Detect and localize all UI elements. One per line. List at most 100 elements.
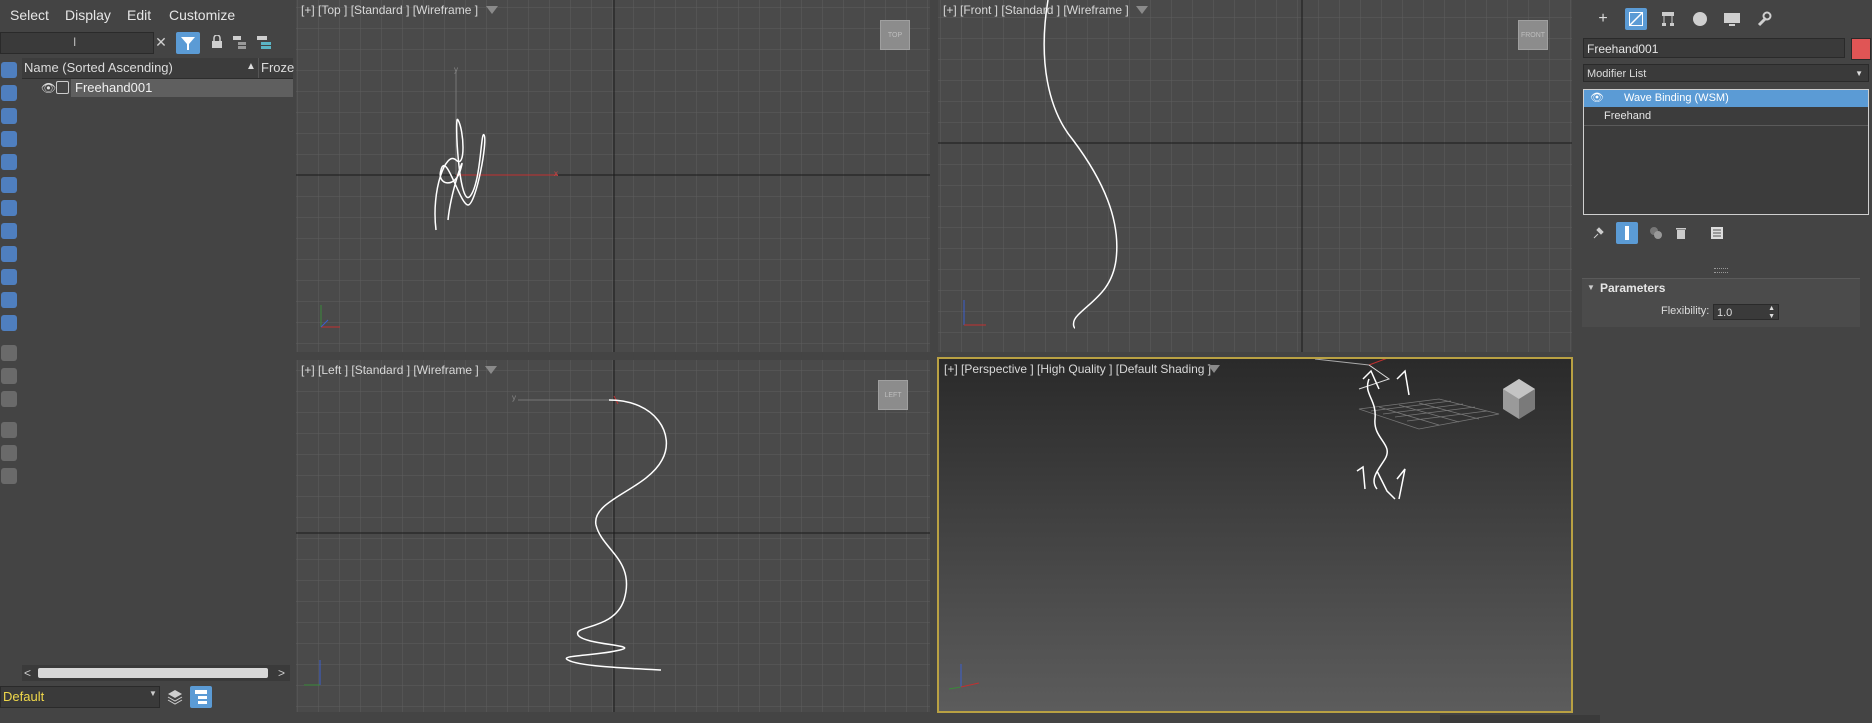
viewport-filter-icon[interactable]	[1136, 6, 1148, 14]
viewport-label[interactable]: [+] [Perspective ] [High Quality ] [Defa…	[944, 362, 1211, 376]
stack-item-wave-binding[interactable]: 👁 Wave Binding (WSM)	[1584, 90, 1868, 107]
hierarchy-icon[interactable]	[1657, 8, 1679, 30]
scroll-thumb[interactable]	[38, 668, 268, 678]
viewport-label[interactable]: [+] [Front ] [Standard ] [Wireframe ]	[943, 3, 1129, 17]
menu-bar: Select Display Edit Customize	[0, 0, 293, 32]
search-input[interactable]: I	[0, 32, 154, 54]
particles-filter-icon[interactable]	[1, 292, 17, 308]
svg-text:x: x	[554, 169, 558, 178]
menu-select[interactable]: Select	[10, 7, 49, 23]
utilities-icon[interactable]	[1753, 8, 1775, 30]
stack-toolbar	[1583, 222, 1869, 244]
helpers-filter-icon[interactable]	[1, 154, 17, 170]
hierarchy-icon[interactable]	[230, 32, 250, 52]
invert-display-icon[interactable]	[1, 391, 17, 407]
object-color-swatch[interactable]	[1851, 38, 1871, 60]
layer-explorer-icon[interactable]	[254, 32, 274, 52]
shape-object-icon	[56, 81, 69, 94]
column-name-header[interactable]: Name (Sorted Ascending)	[24, 60, 173, 75]
stack-item-label: Wave Binding (WSM)	[1624, 92, 1729, 104]
frozen-cell[interactable]	[281, 79, 293, 97]
explorer-list	[22, 79, 293, 663]
viewport-perspective[interactable]: [+] [Perspective ] [High Quality ] [Defa…	[937, 357, 1573, 713]
viewport-filter-icon[interactable]	[1208, 365, 1220, 373]
layer-dropdown[interactable]: Default ▼	[0, 686, 160, 708]
svg-text:y: y	[454, 65, 458, 74]
eye-icon[interactable]: 👁	[1590, 90, 1604, 107]
scroll-left-icon[interactable]: <	[24, 666, 31, 680]
display-none-icon[interactable]	[1, 368, 17, 384]
search-clear-icon[interactable]: ✕	[151, 32, 171, 52]
sort-indicator-icon: ▲	[246, 61, 256, 72]
chevron-down-icon: ▼	[1855, 69, 1863, 78]
trash-icon[interactable]	[1672, 223, 1690, 243]
viewport-filter-icon[interactable]	[486, 6, 498, 14]
configure-modifier-sets-icon[interactable]	[1708, 223, 1726, 243]
scene-explorer-toggle-button[interactable]	[190, 686, 212, 708]
object-name-field[interactable]: Freehand001	[1583, 38, 1845, 58]
panel-resize-grip[interactable]	[1714, 268, 1728, 273]
modifier-list-dropdown[interactable]: Modifier List ▼	[1583, 64, 1869, 82]
visibility-filter-icon[interactable]	[1, 315, 17, 331]
selection-set-icon[interactable]	[1, 468, 17, 484]
text-cursor-icon: I	[73, 35, 77, 49]
stack-item-freehand[interactable]: Freehand	[1584, 108, 1868, 126]
bones-filter-icon[interactable]	[1, 246, 17, 262]
viewport-filter-icon[interactable]	[485, 366, 497, 374]
menu-display[interactable]: Display	[65, 7, 111, 23]
space-warps-filter-icon[interactable]	[1, 177, 17, 193]
flexibility-label: Flexibility:	[1661, 305, 1710, 317]
stack-item-label: Freehand	[1604, 110, 1652, 122]
cameras-filter-icon[interactable]	[1, 131, 17, 147]
display-all-icon[interactable]	[1, 345, 17, 361]
status-bar-fragment	[1440, 715, 1600, 723]
menu-customize[interactable]: Customize	[169, 7, 235, 23]
spinner-arrows-icon[interactable]: ▲ ▼	[1768, 305, 1775, 321]
funnel-icon[interactable]	[1, 445, 17, 461]
containers-filter-icon[interactable]	[1, 269, 17, 285]
flexibility-spinner[interactable]: 1.0 ▲ ▼	[1713, 304, 1779, 320]
collapse-arrow-icon[interactable]: ▼	[1587, 283, 1595, 292]
xrefs-filter-icon[interactable]	[1, 223, 17, 239]
scroll-right-icon[interactable]: >	[278, 666, 285, 680]
explorer-list-header: Name (Sorted Ascending) ▲ Froze	[22, 58, 294, 79]
lock-icon[interactable]	[207, 32, 227, 52]
show-end-result-icon[interactable]	[1616, 222, 1638, 244]
viewport-front[interactable]: [+] [Front ] [Standard ] [Wireframe ] FR…	[938, 0, 1572, 352]
eye-icon[interactable]: 👁	[41, 81, 56, 95]
filter-button[interactable]	[176, 32, 200, 54]
explorer-icon	[195, 690, 207, 704]
viewcube[interactable]: LEFT	[878, 380, 908, 410]
grid-front	[938, 0, 1572, 352]
flexibility-value[interactable]: 1.0	[1717, 307, 1732, 319]
motion-icon[interactable]	[1689, 8, 1711, 30]
filter-settings-icon[interactable]	[1, 422, 17, 438]
create-icon[interactable]: +	[1592, 8, 1614, 30]
pin-stack-icon[interactable]	[1589, 223, 1607, 243]
menu-edit[interactable]: Edit	[127, 7, 151, 23]
modify-icon[interactable]	[1625, 8, 1647, 30]
viewport-label[interactable]: [+] [Left ] [Standard ] [Wireframe ]	[301, 363, 479, 377]
chevron-down-icon: ▼	[149, 689, 157, 698]
groups-filter-icon[interactable]	[1, 200, 17, 216]
modifier-list-label: Modifier List	[1587, 68, 1647, 80]
viewcube[interactable]: FRONT	[1518, 20, 1548, 50]
viewcube[interactable]: TOP	[880, 20, 910, 50]
column-frozen-header[interactable]: Froze	[261, 60, 294, 75]
viewport-left[interactable]: y [+] [Left ] [Standard ] [Wireframe ] L…	[296, 360, 930, 712]
horizontal-scrollbar[interactable]: < >	[22, 665, 290, 681]
object-name-label[interactable]: Freehand001	[71, 79, 281, 97]
viewport-top[interactable]: x y [+] [Top ] [Standard ] [Wireframe ] …	[296, 0, 930, 352]
rollout-title[interactable]: Parameters	[1600, 281, 1665, 295]
svg-text:y: y	[512, 393, 516, 402]
filter-icon	[181, 37, 195, 50]
display-icon[interactable]	[1721, 8, 1743, 30]
lights-filter-icon[interactable]	[1, 108, 17, 124]
list-item[interactable]: 👁 Freehand001	[22, 79, 293, 97]
make-unique-icon[interactable]	[1647, 223, 1665, 243]
layers-icon[interactable]	[166, 688, 184, 706]
geometry-filter-icon[interactable]	[1, 62, 17, 78]
shapes-filter-icon[interactable]	[1, 85, 17, 101]
viewport-label[interactable]: [+] [Top ] [Standard ] [Wireframe ]	[301, 3, 478, 17]
perspective-viewcube	[1503, 379, 1535, 419]
